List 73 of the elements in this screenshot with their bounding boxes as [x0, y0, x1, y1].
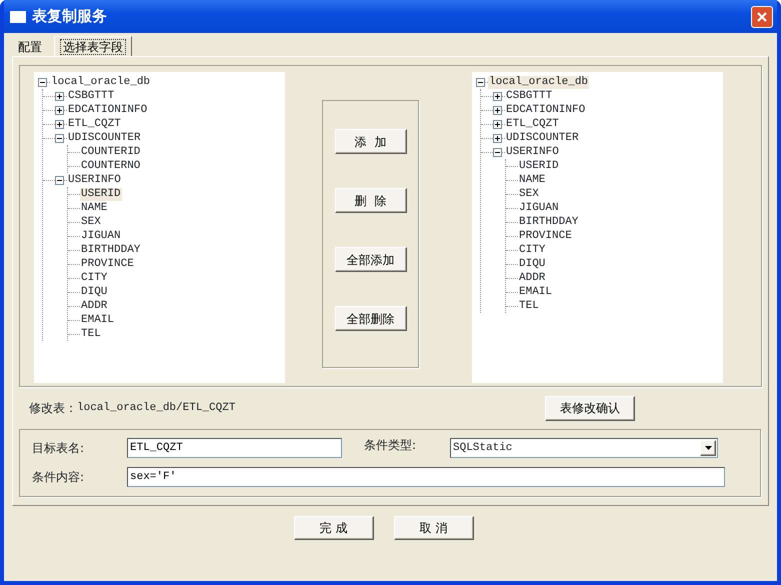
- tree-item[interactable]: ADDR: [518, 272, 546, 284]
- tree-item[interactable]: EDCATIONINFO: [67, 104, 148, 116]
- tree-item[interactable]: TEL: [518, 300, 540, 312]
- close-icon: [756, 10, 768, 22]
- field-label: 目标表名:: [32, 440, 86, 457]
- confirm-button[interactable]: 表修改确认: [545, 396, 635, 420]
- field-label: 条件内容:: [32, 469, 86, 486]
- tree-item[interactable]: USERINFO: [505, 146, 560, 158]
- target-tree[interactable]: local_oracle_db CSBGTTT EDCATIONINFO ETL_CQZT UDISCOUNTER USERINFO USERID NAME SEX JIGUAN BIRTHDDAY PROVINCE CITY DIQU ADDR EMAIL TEL: [472, 72, 723, 383]
- tree-item[interactable]: EMAIL: [80, 314, 116, 326]
- tree-item[interactable]: USERID: [80, 188, 122, 200]
- move-button[interactable]: 删 除: [334, 188, 406, 213]
- tree-item[interactable]: USERINFO: [67, 174, 122, 186]
- tree-item[interactable]: local_oracle_db: [50, 76, 152, 88]
- tree-item[interactable]: PROVINCE: [80, 258, 135, 270]
- expand-icon[interactable]: [493, 120, 502, 128]
- tree-item[interactable]: ETL_CQZT: [67, 118, 122, 130]
- window-icon: [10, 10, 26, 22]
- field-label: 条件类型:: [364, 437, 418, 454]
- window-title: 表复制服务: [32, 6, 107, 28]
- collapse-icon[interactable]: [38, 78, 47, 86]
- tree-item[interactable]: SEX: [80, 216, 102, 228]
- dialog-button[interactable]: 完 成: [294, 516, 374, 540]
- condition-type-dropdown[interactable]: SQLStatic: [450, 438, 718, 458]
- condition-content-field[interactable]: sex='F': [127, 467, 725, 487]
- tree-item[interactable]: DIQU: [518, 258, 546, 270]
- tree-item[interactable]: local_oracle_db: [488, 76, 590, 88]
- dropdown-button[interactable]: [700, 440, 716, 456]
- source-tree[interactable]: local_oracle_db CSBGTTT EDCATIONINFO ETL_CQZT UDISCOUNTER COUNTERID COUNTERNO USERINFO USERID NAME SEX JIGUAN BIRTHDDAY PROVINCE CITY DIQU ADDR EMAIL TEL: [34, 72, 285, 383]
- tree-item[interactable]: SEX: [518, 188, 540, 200]
- tree-item[interactable]: NAME: [80, 202, 108, 214]
- tree-item[interactable]: COUNTERNO: [80, 160, 142, 172]
- tree-item[interactable]: JIGUAN: [518, 202, 560, 214]
- tree-item[interactable]: EDCATIONINFO: [505, 104, 586, 116]
- tab[interactable]: 配置: [12, 38, 48, 56]
- tree-item[interactable]: CSBGTTT: [67, 90, 116, 102]
- modified-table-path: local_oracle_db/ETL_CQZT: [77, 400, 236, 416]
- expand-icon[interactable]: [493, 92, 502, 100]
- move-button[interactable]: 添 加: [334, 129, 406, 154]
- expand-icon[interactable]: [493, 106, 502, 114]
- move-button[interactable]: 全部删除: [334, 306, 406, 331]
- tree-item[interactable]: BIRTHDDAY: [80, 244, 142, 256]
- tree-item[interactable]: CITY: [518, 244, 546, 256]
- expand-icon[interactable]: [55, 92, 64, 100]
- tree-item[interactable]: ETL_CQZT: [505, 118, 560, 130]
- tree-item[interactable]: PROVINCE: [518, 230, 573, 242]
- collapse-icon[interactable]: [493, 148, 502, 156]
- tree-item[interactable]: NAME: [518, 174, 546, 186]
- close-button[interactable]: [751, 6, 773, 28]
- tree-item[interactable]: BIRTHDDAY: [518, 216, 580, 228]
- tab[interactable]: 选择表字段: [54, 36, 132, 56]
- expand-icon[interactable]: [55, 106, 64, 114]
- tree-item[interactable]: UDISCOUNTER: [67, 132, 142, 144]
- tree-item[interactable]: DIQU: [80, 286, 108, 298]
- collapse-icon[interactable]: [476, 78, 485, 86]
- collapse-icon[interactable]: [55, 176, 64, 184]
- move-button[interactable]: 全部添加: [334, 247, 406, 272]
- tree-item[interactable]: COUNTERID: [80, 146, 142, 158]
- tree-item[interactable]: CITY: [80, 272, 108, 284]
- tree-item[interactable]: ADDR: [80, 300, 108, 312]
- expand-icon[interactable]: [55, 120, 64, 128]
- tree-item[interactable]: UDISCOUNTER: [505, 132, 580, 144]
- dialog-button[interactable]: 取 消: [394, 516, 474, 540]
- expand-icon[interactable]: [493, 134, 502, 142]
- tree-item[interactable]: USERID: [518, 160, 560, 172]
- tree-item[interactable]: EMAIL: [518, 286, 554, 298]
- collapse-icon[interactable]: [55, 134, 64, 142]
- tree-item[interactable]: JIGUAN: [80, 230, 122, 242]
- tree-item[interactable]: CSBGTTT: [505, 90, 554, 102]
- target-table-field[interactable]: ETL_CQZT: [127, 438, 342, 458]
- caret-icon: [704, 446, 712, 450]
- modified-table-label: 修改表：: [29, 400, 77, 417]
- tree-item[interactable]: TEL: [80, 328, 102, 340]
